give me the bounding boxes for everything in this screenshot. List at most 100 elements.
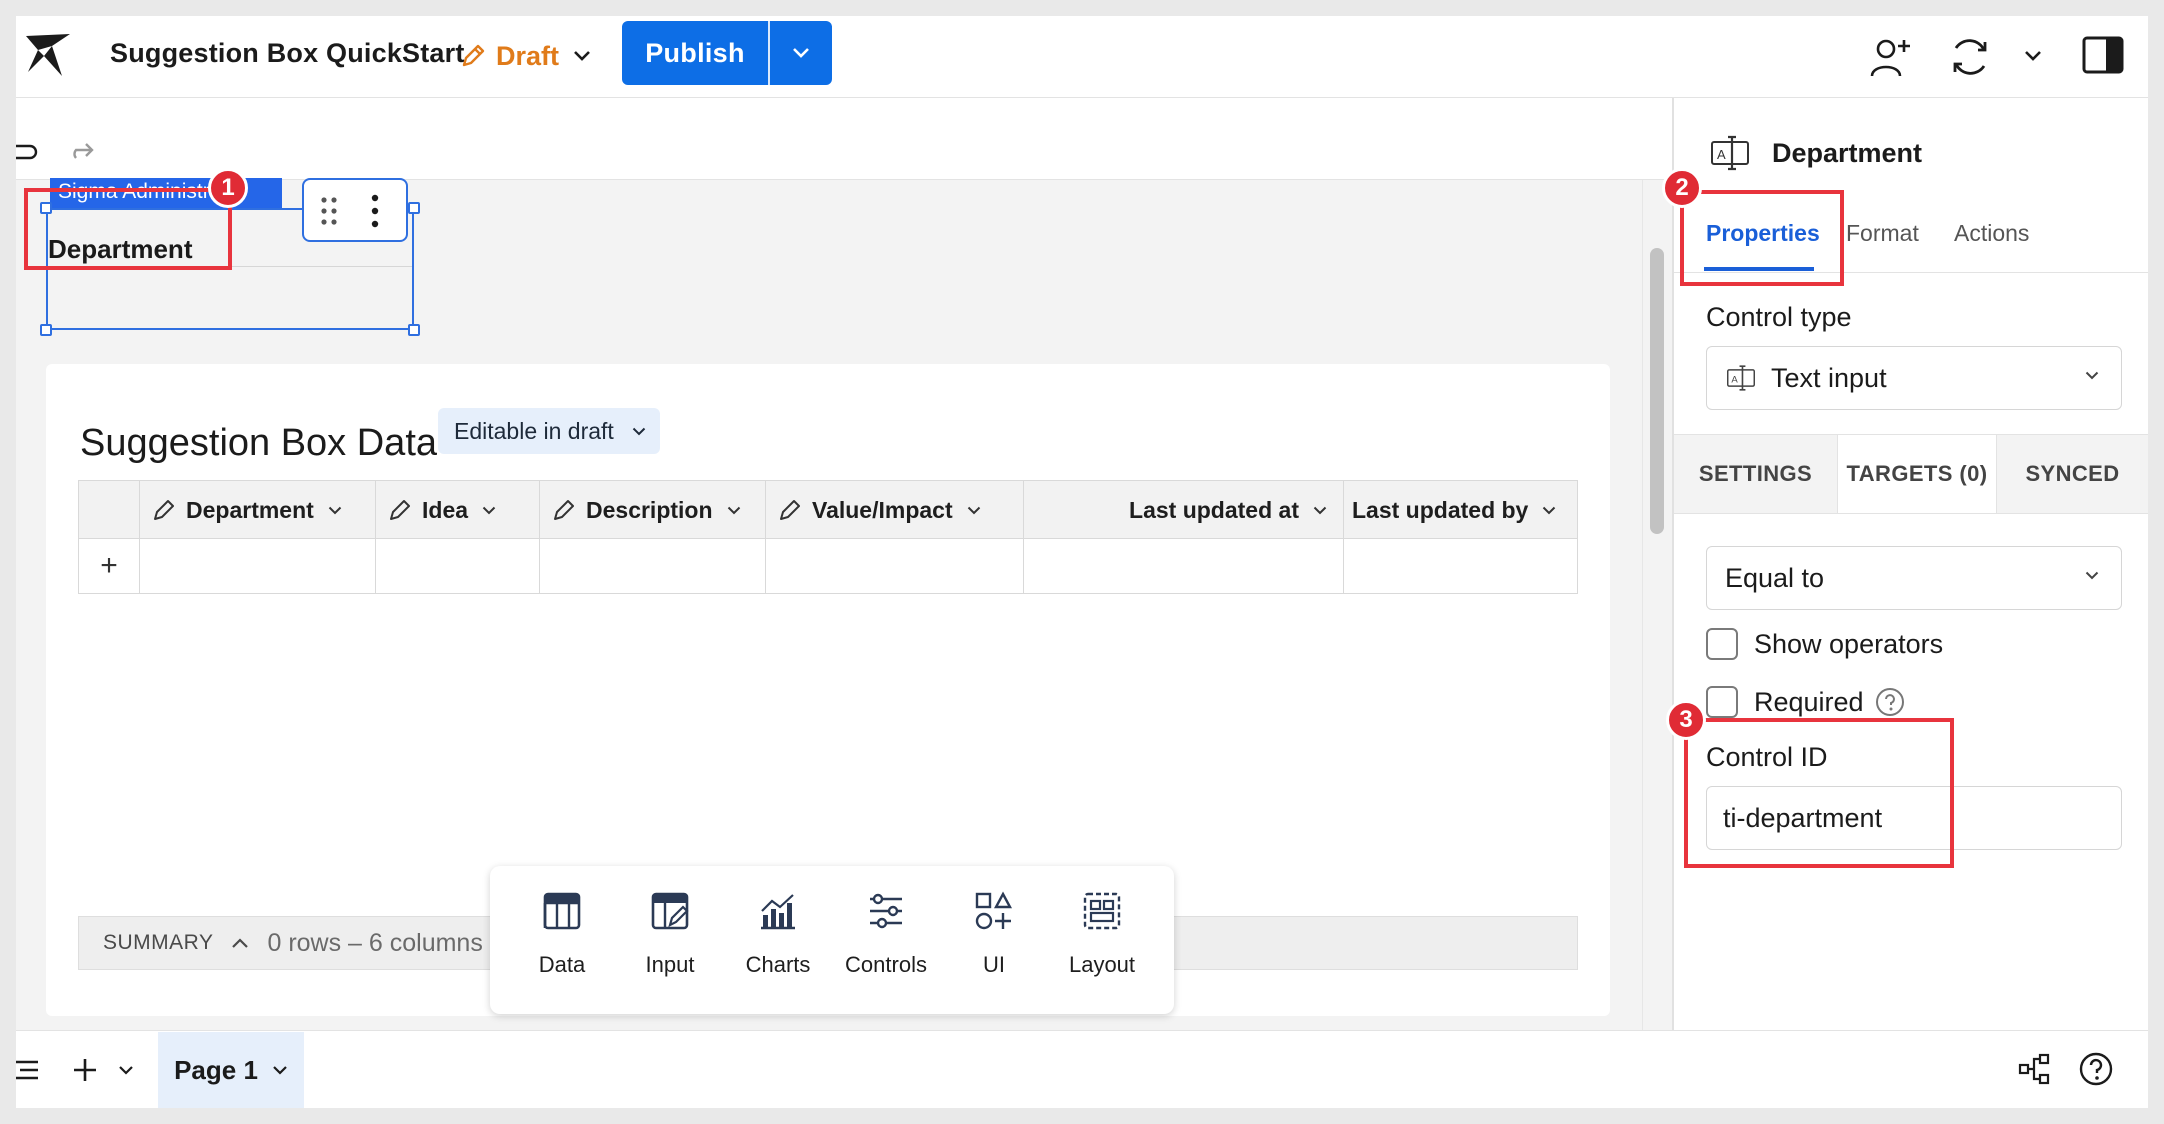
more-options-icon[interactable] <box>370 194 380 228</box>
chevron-down-icon[interactable] <box>727 506 741 515</box>
control-type-label: Control type <box>1706 302 1852 332</box>
show-operators-option[interactable]: Show operators <box>1706 626 1943 662</box>
column-header[interactable]: Description <box>552 495 741 525</box>
settings-subtabs: SETTINGS TARGETS (0) SYNCED <box>1674 434 2148 514</box>
operator-select[interactable]: Equal to <box>1706 546 2122 610</box>
editable-badge[interactable]: Editable in draft <box>438 408 660 454</box>
resize-handle[interactable] <box>40 324 52 336</box>
chevron-down-icon[interactable] <box>118 1065 134 1075</box>
chevron-up-icon[interactable] <box>231 937 249 949</box>
canvas-scrollbar-thumb[interactable] <box>1650 248 1664 534</box>
help-icon[interactable] <box>1874 686 1906 718</box>
redo-icon[interactable] <box>66 138 96 160</box>
layout-icon <box>1083 892 1121 930</box>
column-header[interactable]: Last updated at <box>1129 495 1327 525</box>
step-marker: 3 <box>1666 700 1706 740</box>
draft-label: Draft <box>496 40 560 71</box>
subtab-targets[interactable]: TARGETS (0) <box>1838 435 1996 513</box>
column-description: Description <box>539 481 765 593</box>
chevron-down-icon[interactable] <box>2024 50 2042 62</box>
required-checkbox[interactable] <box>1706 686 1738 718</box>
control-type-value: Text input <box>1771 362 1887 393</box>
column-header-label: Last updated at <box>1129 496 1299 523</box>
toolbox-controls-button[interactable]: Controls <box>836 886 936 996</box>
tab-format[interactable]: Format <box>1846 220 1919 247</box>
column-header[interactable]: Value/Impact <box>778 495 981 525</box>
page-tab-label: Page 1 <box>174 1054 258 1085</box>
add-row-button[interactable]: + <box>79 539 139 593</box>
page-bar <box>16 1030 2148 1108</box>
publish-options-button[interactable] <box>768 21 832 85</box>
undo-icon[interactable] <box>16 142 40 162</box>
chevron-down-icon <box>273 1066 287 1075</box>
required-option[interactable]: Required <box>1706 684 1906 720</box>
column-header-label: Department <box>186 496 314 523</box>
edit-toolbar <box>16 98 1672 180</box>
chevron-down-icon <box>793 48 809 58</box>
pencil-icon <box>554 500 574 520</box>
page-tab[interactable]: Page 1 <box>158 1032 304 1108</box>
chevron-down-icon <box>2085 571 2099 580</box>
input-table-icon <box>651 892 689 930</box>
column-header[interactable]: Last updated by <box>1352 495 1556 525</box>
draft-status[interactable]: Draft <box>460 36 601 76</box>
control-type-select[interactable]: A Text input <box>1706 346 2122 410</box>
toolbox-layout-button[interactable]: Layout <box>1052 886 1152 996</box>
chevron-down-icon[interactable] <box>328 506 342 515</box>
column-department: Department <box>139 481 375 593</box>
resize-handle[interactable] <box>408 324 420 336</box>
toolbox-ui-button[interactable]: UI <box>944 886 1044 996</box>
table-title[interactable]: Suggestion Box Data <box>80 422 437 465</box>
shapes-icon <box>975 891 1013 930</box>
lineage-icon[interactable] <box>2018 1053 2050 1085</box>
refresh-icon[interactable] <box>1948 36 1992 78</box>
help-icon[interactable] <box>2078 1051 2114 1087</box>
column-header-label: Last updated by <box>1352 496 1529 523</box>
show-operators-checkbox[interactable] <box>1706 628 1738 660</box>
text-input-icon: A <box>1727 365 1755 391</box>
resize-handle[interactable] <box>408 202 420 214</box>
toolbox-label: Charts <box>745 952 811 977</box>
editable-badge-label: Editable in draft <box>454 417 614 444</box>
column-header[interactable]: Idea <box>388 495 496 525</box>
toolbox-label: Layout <box>1068 952 1136 977</box>
chevron-down-icon[interactable] <box>1313 506 1327 515</box>
operator-value: Equal to <box>1725 562 1825 593</box>
subtab-settings[interactable]: SETTINGS <box>1674 435 1838 513</box>
required-label: Required <box>1754 686 1864 717</box>
add-element-toolbar: Data Input Charts Controls UI Layout <box>490 866 1174 1014</box>
publish-button-group: Publish <box>622 21 832 85</box>
toolbox-data-button[interactable]: Data <box>512 886 612 996</box>
tab-actions[interactable]: Actions <box>1954 220 2029 247</box>
app-window: Suggestion Box QuickStart Draft Publish <box>16 16 2148 1108</box>
sliders-icon <box>870 893 902 929</box>
chevron-down-icon[interactable] <box>967 506 981 515</box>
text-input-icon: A <box>1711 135 1749 171</box>
input-table-grid[interactable]: + Department Idea Description Value/Impa… <box>78 480 1578 594</box>
add-page-icon[interactable] <box>72 1057 98 1083</box>
drag-handle-icon[interactable] <box>320 196 338 226</box>
toolbox-label: Controls <box>845 952 927 977</box>
highlight-box <box>1684 718 1954 868</box>
column-header-label: Value/Impact <box>812 496 953 523</box>
page-list-icon[interactable] <box>16 1059 42 1081</box>
add-user-icon[interactable] <box>1868 36 1912 78</box>
chevron-down-icon <box>2085 371 2099 380</box>
column-idea: Idea <box>375 481 539 593</box>
panel-toggle-icon[interactable] <box>2082 36 2124 74</box>
chevron-down-icon[interactable] <box>1542 506 1556 515</box>
column-header[interactable]: Department <box>152 495 342 525</box>
panel-title: Department <box>1772 138 1923 168</box>
document-title[interactable]: Suggestion Box QuickStart <box>110 38 465 69</box>
column-value-impact: Value/Impact <box>765 481 1023 593</box>
toolbox-input-button[interactable]: Input <box>620 886 720 996</box>
subtab-synced[interactable]: SYNCED <box>1996 435 2148 513</box>
toolbox-label: Data <box>538 952 586 977</box>
toolbox-charts-button[interactable]: Charts <box>728 886 828 996</box>
chevron-down-icon[interactable] <box>482 506 496 515</box>
pencil-icon <box>154 500 174 520</box>
column-header-label: Idea <box>422 496 469 523</box>
publish-button[interactable]: Publish <box>622 21 768 85</box>
sigma-logo-icon[interactable] <box>22 32 74 80</box>
svg-text:A: A <box>1717 147 1726 162</box>
